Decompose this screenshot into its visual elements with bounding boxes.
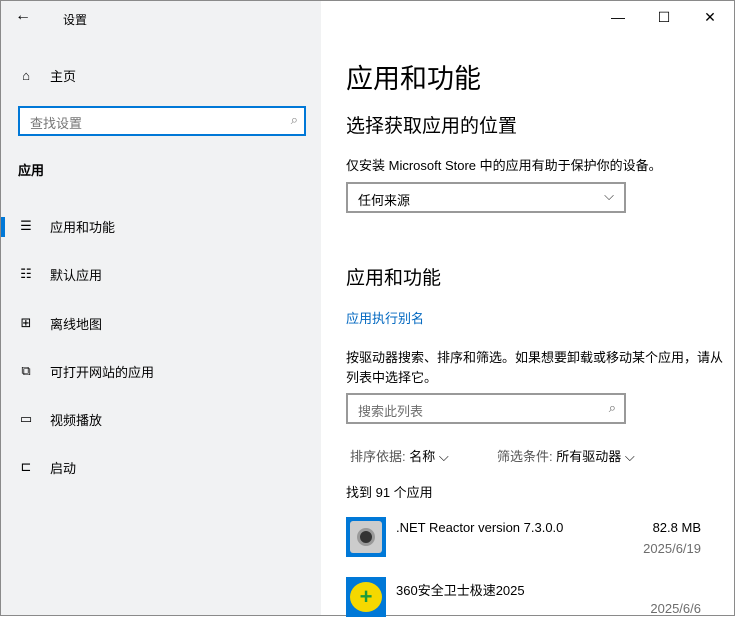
web-app-icon: ⧉ — [21, 363, 31, 378]
home-icon: ⌂ — [22, 67, 30, 83]
sidebar: ← 设置 ⌂ 主页 查找设置 ⌕ 应用 ☰ 应用和功能 ☷ 默认应用 ⊞ 离线地图 ⧉ 可打… — [1, 1, 321, 615]
list-icon: ☰ — [20, 218, 32, 233]
app-alias-link[interactable]: 应用执行别名 — [346, 308, 424, 327]
minimize-button[interactable]: — — [595, 1, 641, 33]
back-button[interactable]: ← — [15, 7, 31, 25]
close-button[interactable]: ✕ — [687, 1, 733, 33]
sidebar-item-offline-maps[interactable]: ⊞ 离线地图 — [1, 308, 321, 338]
app-date: 2025/6/6 — [650, 601, 701, 616]
filter-value: 所有驱动器 — [556, 449, 622, 464]
filter-label: 筛选条件: — [497, 449, 553, 464]
main-panel: — ☐ ✕ 应用和功能 选择获取应用的位置 仅安装 Microsoft Stor… — [321, 1, 734, 617]
maximize-button[interactable]: ☐ — [641, 1, 687, 33]
sidebar-item-home[interactable]: ⌂ 主页 — [1, 60, 321, 90]
chevron-down-icon: ⌵ — [624, 449, 635, 464]
sidebar-item-startup[interactable]: ⊏ 启动 — [1, 452, 321, 482]
sidebar-item-label: 应用和功能 — [50, 219, 116, 235]
filter-dropdown[interactable]: 筛选条件: 所有驱动器 ⌵ — [497, 446, 635, 465]
360-app-icon: + — [346, 577, 386, 617]
sidebar-item-label: 默认应用 — [50, 267, 103, 283]
app-name: .NET Reactor version 7.3.0.0 — [396, 520, 564, 535]
sidebar-item-video[interactable]: ▭ 视频播放 — [1, 404, 321, 434]
chevron-down-icon: ⌵ — [604, 188, 614, 203]
app-count: 找到 91 个应用 — [346, 485, 433, 500]
app-list-item[interactable]: + 360安全卫士极速2025 2025/6/6 — [346, 577, 706, 627]
app-date: 2025/6/19 — [643, 541, 701, 556]
sort-value: 名称 — [409, 449, 436, 464]
app-list-search-input[interactable]: 搜索此列表 ⌕ — [346, 393, 626, 424]
sidebar-item-label: 启动 — [50, 460, 77, 476]
sort-dropdown[interactable]: 排序依据: 名称 ⌵ — [350, 446, 449, 465]
window-title: 设置 — [63, 13, 88, 27]
chevron-down-icon: ⌵ — [438, 449, 449, 464]
source-description: 仅安装 Microsoft Store 中的应用有助于保护你的设备。 — [346, 158, 662, 173]
map-icon: ⊞ — [20, 315, 32, 330]
app-size: 82.8 MB — [652, 520, 701, 535]
app-list-item[interactable]: .NET Reactor version 7.3.0.0 82.8 MB 202… — [346, 517, 706, 567]
app-source-dropdown[interactable]: 任何来源 ⌵ — [346, 182, 626, 213]
video-icon: ▭ — [19, 411, 33, 426]
sidebar-item-label: 离线地图 — [50, 316, 103, 332]
search-placeholder: 搜索此列表 — [358, 404, 424, 419]
dropdown-value: 任何来源 — [358, 193, 411, 208]
apps-heading: 应用和功能 — [346, 268, 442, 289]
reactor-app-icon — [346, 517, 386, 557]
search-icon: ⌕ — [290, 112, 298, 127]
default-apps-icon: ☷ — [20, 266, 32, 281]
sidebar-item-web-apps[interactable]: ⧉ 可打开网站的应用 — [1, 356, 321, 386]
search-placeholder: 查找设置 — [30, 116, 83, 131]
search-description: 按驱动器搜索、排序和筛选。如果想要卸载或移动某个应用，请从列表中选择它。 — [346, 350, 724, 385]
sidebar-item-default-apps[interactable]: ☷ 默认应用 — [1, 259, 321, 289]
settings-window: ← 设置 ⌂ 主页 查找设置 ⌕ 应用 ☰ 应用和功能 ☷ 默认应用 ⊞ 离线地图 ⧉ 可打… — [0, 0, 735, 617]
source-heading: 选择获取应用的位置 — [346, 116, 518, 137]
search-icon: ⌕ — [608, 400, 616, 415]
home-label: 主页 — [50, 68, 77, 84]
settings-search-input[interactable]: 查找设置 ⌕ — [18, 106, 306, 136]
sidebar-item-label: 可打开网站的应用 — [50, 364, 155, 380]
sidebar-item-apps-features[interactable]: ☰ 应用和功能 — [1, 211, 321, 241]
sidebar-item-label: 视频播放 — [50, 412, 103, 428]
startup-icon: ⊏ — [20, 459, 32, 474]
section-title: 应用 — [18, 163, 45, 178]
sort-label: 排序依据: — [350, 449, 406, 464]
page-title: 应用和功能 — [346, 64, 481, 94]
app-name: 360安全卫士极速2025 — [396, 583, 525, 598]
